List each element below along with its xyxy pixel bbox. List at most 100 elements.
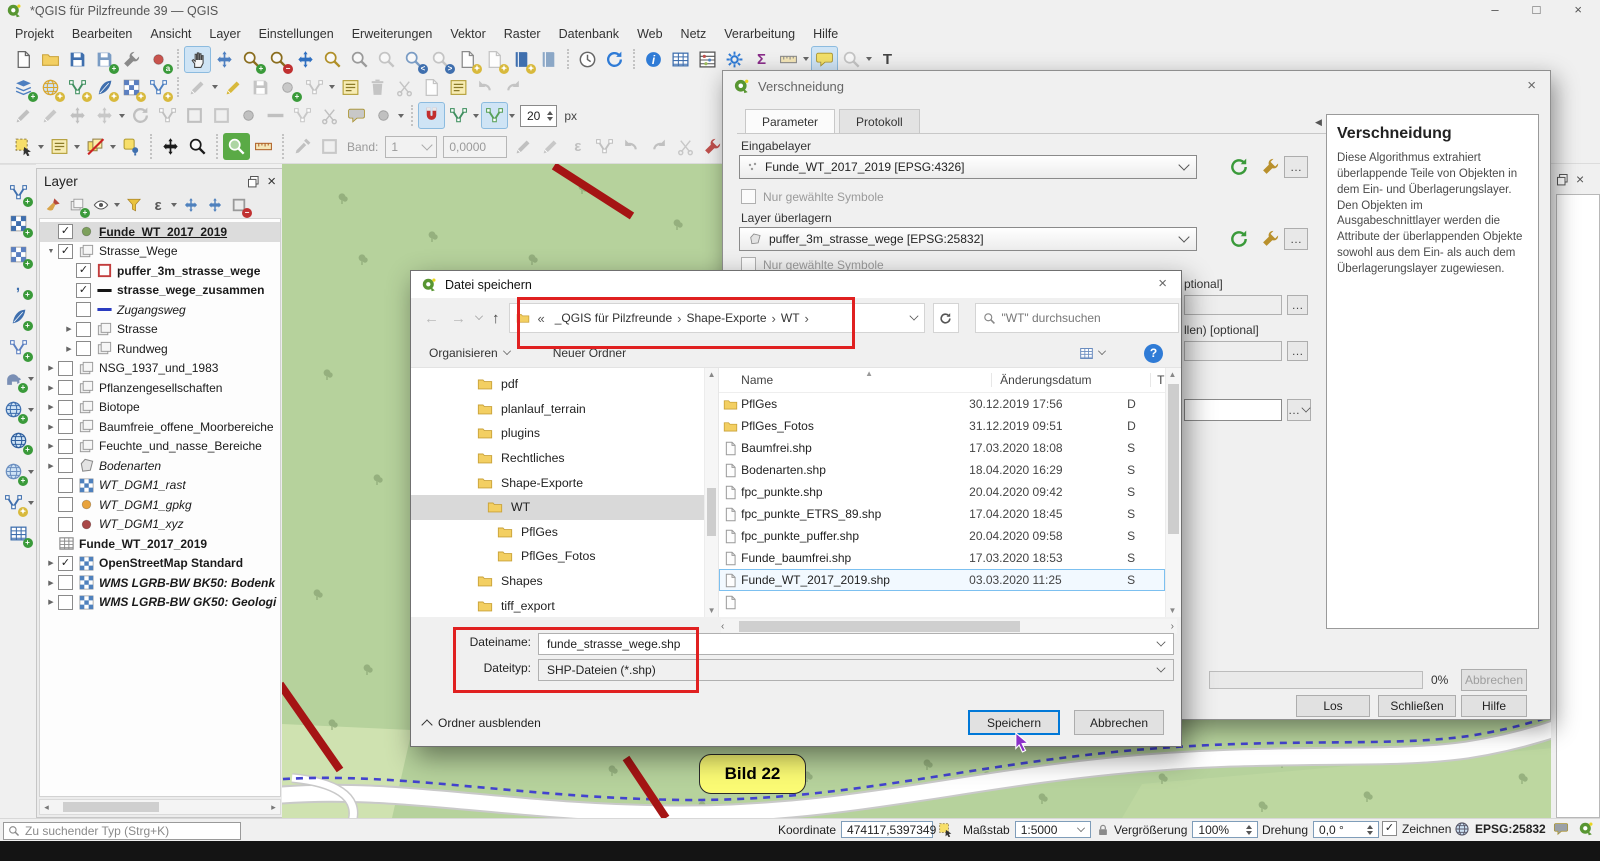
output-field-input[interactable] bbox=[1184, 399, 1282, 421]
topological-editing-icon[interactable] bbox=[445, 102, 472, 129]
identify-features-icon[interactable] bbox=[640, 46, 667, 73]
remove-layer-icon[interactable]: − bbox=[227, 193, 251, 217]
style-manager-icon[interactable]: a bbox=[145, 46, 172, 73]
optional-field-input[interactable] bbox=[1184, 295, 1282, 315]
add-mesh-layer-icon[interactable]: + bbox=[5, 241, 32, 268]
browse-input-button[interactable]: … bbox=[1284, 156, 1308, 178]
file-row-pflges-fotos[interactable]: PflGes_Fotos31.12.2019 09:51D bbox=[719, 415, 1164, 437]
menu-hilfe[interactable]: Hilfe bbox=[804, 24, 847, 44]
tree-folder-pflges[interactable]: PflGes bbox=[411, 520, 704, 545]
tree-folder-wt[interactable]: WT bbox=[411, 495, 704, 520]
menu-datenbank[interactable]: Datenbank bbox=[550, 24, 628, 44]
breadcrumb-separator-icon[interactable]: › bbox=[674, 311, 684, 326]
layer-item-zugangsweg[interactable]: Zugangsweg bbox=[40, 300, 280, 320]
data-source-manager-icon[interactable]: + bbox=[10, 74, 37, 101]
extent-icon[interactable] bbox=[938, 822, 953, 837]
search-input[interactable]: "WT" durchsuchen bbox=[975, 303, 1179, 333]
advanced-options-icon[interactable] bbox=[1261, 229, 1280, 248]
add-group-icon[interactable]: + bbox=[65, 193, 89, 217]
zoom-last-icon[interactable]: < bbox=[400, 46, 427, 73]
cancel-button[interactable]: Abbrechen bbox=[1074, 710, 1164, 735]
current-edits-dropdown-icon[interactable] bbox=[212, 85, 218, 92]
breadcrumb-item[interactable]: _QGIS für Pilzfreunde bbox=[553, 311, 674, 325]
select-features-icon[interactable] bbox=[10, 133, 37, 160]
layer-item-pflanzengesellschaften[interactable]: ▶Pflanzengesellschaften bbox=[40, 378, 280, 398]
expander-icon[interactable]: ▶ bbox=[44, 598, 58, 606]
layer-item-strasse[interactable]: ▶Strasse bbox=[40, 320, 280, 340]
deselect-features-dropdown-icon[interactable] bbox=[110, 145, 116, 152]
profile-tool-icon[interactable] bbox=[250, 133, 277, 160]
manage-map-themes-icon[interactable] bbox=[89, 193, 113, 217]
tab-protokoll[interactable]: Protokoll bbox=[839, 109, 920, 134]
snapping-on-intersection-icon[interactable] bbox=[481, 102, 508, 129]
tree-folder-tiff-export[interactable]: tiff_export bbox=[411, 593, 704, 617]
expander-icon[interactable]: ▶ bbox=[62, 325, 76, 333]
new-project-icon[interactable] bbox=[10, 46, 37, 73]
tree-folder-shapes[interactable]: Shapes bbox=[411, 569, 704, 594]
layer-visibility-checkbox[interactable] bbox=[58, 575, 73, 590]
float-panel-icon[interactable] bbox=[1555, 172, 1570, 187]
new-spatial-bookmark-icon[interactable]: ✦ bbox=[508, 46, 535, 73]
browse-output-button[interactable]: … bbox=[1287, 399, 1311, 421]
new-spatialite-layer-icon[interactable]: ✦ bbox=[91, 74, 118, 101]
zoom-to-selection-icon[interactable] bbox=[319, 46, 346, 73]
save-project-icon[interactable] bbox=[64, 46, 91, 73]
menu-bearbeiten[interactable]: Bearbeiten bbox=[63, 24, 141, 44]
layer-item-puffer-3m-strasse-wege[interactable]: ✓puffer_3m_strasse_wege bbox=[40, 261, 280, 281]
layer-visibility-checkbox[interactable] bbox=[58, 400, 73, 415]
layer-visibility-checkbox[interactable]: ✓ bbox=[58, 224, 73, 239]
vertex-tool-dropdown-icon[interactable] bbox=[329, 85, 335, 92]
layer-item-funde-wt-2017-2019[interactable]: ✓Funde_WT_2017_2019 bbox=[40, 222, 280, 242]
snapping-on-intersection-dropdown-icon[interactable] bbox=[509, 114, 515, 121]
zoom-to-layer-icon[interactable] bbox=[346, 46, 373, 73]
tab-parameter[interactable]: Parameter bbox=[745, 109, 835, 134]
save-project-as-icon[interactable]: + bbox=[91, 46, 118, 73]
show-bookmarks-icon[interactable] bbox=[535, 46, 562, 73]
expander-icon[interactable]: ▶ bbox=[44, 559, 58, 567]
select-by-form-dropdown-icon[interactable] bbox=[74, 145, 80, 152]
deselect-features-icon[interactable] bbox=[82, 133, 109, 160]
layer-visibility-checkbox[interactable] bbox=[58, 478, 73, 493]
expander-icon[interactable]: ▶ bbox=[44, 403, 58, 411]
browse-button[interactable]: … bbox=[1287, 295, 1308, 315]
open-project-icon[interactable] bbox=[37, 46, 64, 73]
osm-place-search-icon[interactable] bbox=[223, 133, 250, 160]
menu-raster[interactable]: Raster bbox=[495, 24, 550, 44]
new-map-view-icon[interactable]: ✦ bbox=[454, 46, 481, 73]
layer-item-nsg-1937-und-1983[interactable]: ▶NSG_1937_und_1983 bbox=[40, 359, 280, 379]
layer-visibility-checkbox[interactable] bbox=[58, 380, 73, 395]
expander-icon[interactable]: ▼ bbox=[44, 248, 58, 255]
layer-visibility-checkbox[interactable] bbox=[58, 439, 73, 454]
organize-button[interactable]: Organisieren bbox=[429, 346, 511, 360]
expander-icon[interactable]: ▶ bbox=[44, 423, 58, 431]
collapse-description-icon[interactable]: ◀ bbox=[1315, 117, 1322, 128]
menu-erweiterungen[interactable]: Erweiterungen bbox=[343, 24, 442, 44]
close-icon[interactable]: × bbox=[1527, 78, 1536, 93]
select-by-form-icon[interactable] bbox=[46, 133, 73, 160]
georeferencer-anchor-icon[interactable] bbox=[157, 133, 184, 160]
temporal-controller-icon[interactable] bbox=[574, 46, 601, 73]
messages-icon[interactable] bbox=[1553, 821, 1569, 837]
add-wms-layer-dropdown-icon[interactable] bbox=[28, 408, 34, 415]
tree-folder-pdf[interactable]: pdf bbox=[411, 372, 704, 397]
pan-to-selection-icon[interactable] bbox=[211, 46, 238, 73]
close-panel-icon[interactable]: × bbox=[1576, 172, 1584, 187]
iterate-button[interactable] bbox=[1229, 229, 1249, 249]
close-dialog-button[interactable]: Schließen bbox=[1378, 695, 1456, 717]
layer-visibility-checkbox[interactable] bbox=[58, 458, 73, 473]
layer-visibility-checkbox[interactable]: ✓ bbox=[76, 283, 91, 298]
measure-line-dropdown-icon[interactable] bbox=[803, 57, 809, 64]
add-wcs-layer-icon[interactable]: + bbox=[5, 427, 32, 454]
render-checkbox[interactable]: ✓ bbox=[1382, 821, 1397, 836]
address-dropdown-icon[interactable] bbox=[909, 311, 918, 320]
zoom-in-icon[interactable]: + bbox=[238, 46, 265, 73]
crs-globe-icon[interactable] bbox=[1454, 821, 1470, 837]
layer-visibility-checkbox[interactable]: ✓ bbox=[58, 556, 73, 571]
refresh-map-icon[interactable] bbox=[601, 46, 628, 73]
file-list-scrollbar[interactable]: ▲ ▼ bbox=[1165, 368, 1182, 617]
hide-folders-button[interactable]: Ordner ausblenden bbox=[423, 716, 541, 730]
add-wfs-layer-dropdown-icon[interactable] bbox=[28, 470, 34, 477]
column-name[interactable]: Name bbox=[719, 373, 992, 387]
add-spatialite-layer-icon[interactable]: + bbox=[5, 303, 32, 330]
refresh-button[interactable] bbox=[933, 303, 959, 333]
